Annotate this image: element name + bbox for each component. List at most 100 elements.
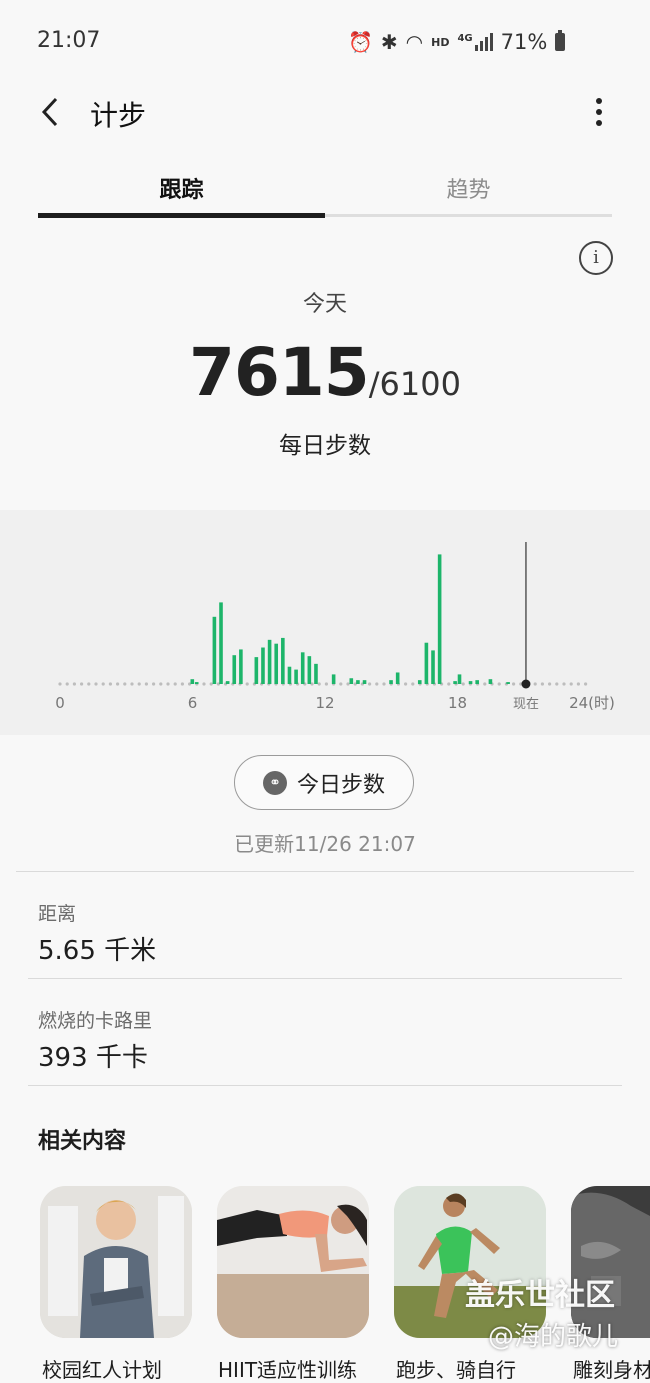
baseline-dot [548,682,552,686]
last-updated-text: 已更新11/26 21:07 [234,832,416,856]
chart-bar [349,678,354,684]
tab-trends[interactable]: 趋势 [325,172,612,204]
baseline-dot [317,682,321,686]
related-card-hiit[interactable] [217,1186,369,1338]
baseline-dot [540,682,545,686]
chart-bar [437,554,442,684]
related-card-title[interactable]: 校园红人计划 [42,1354,162,1383]
tab-tracking[interactable]: 跟踪 [38,172,325,204]
baseline-dot [411,682,415,686]
baseline-dot [562,682,566,686]
status-icons: ⏰ ✱ ◠ HD 4G 71% [348,30,566,54]
baseline-dot [58,682,62,686]
chart-bar [424,642,429,684]
step-count-row: 7615/6100 [0,334,650,411]
chart-bar [254,657,259,684]
card-image [217,1186,369,1338]
hourly-steps-chart[interactable]: 0 6 12 18 现在 24(时) [0,510,650,735]
tab-active-indicator [38,213,325,218]
chart-bar [331,674,336,684]
baseline-dot [87,682,91,686]
related-card-campus[interactable] [40,1186,192,1338]
related-card-title[interactable]: 跑步、骑自行 [396,1354,516,1383]
info-icon[interactable]: i [579,241,613,275]
chart-bar [506,682,510,684]
bluetooth-icon: ✱ [380,30,398,54]
link-icon: ⚭ [262,770,287,795]
chart-bar [281,637,285,684]
baseline-dot [245,682,249,686]
battery-icon [555,30,566,51]
x-tick-label: 0 [55,694,65,712]
hd-icon: HD [431,35,450,49]
baseline-dot [555,682,559,686]
chart-bar [219,602,223,684]
x-tick-label: 6 [188,694,198,712]
baseline-dot [144,682,148,686]
baseline-dot [533,682,537,686]
distance-label: 距离 [38,903,77,925]
baseline-dot [447,682,451,686]
baseline-dot [511,682,516,686]
daily-steps-label: 每日步数 [279,433,371,459]
chart-bar [314,663,318,684]
baseline-dot [116,682,120,686]
chart-bar [300,652,305,684]
page-title: 计步 [90,99,147,132]
related-card-title[interactable]: 雕刻身材 [573,1354,650,1383]
chart-bar [190,679,195,684]
chart-bar [307,656,312,684]
baseline-dot [497,682,501,686]
battery-percent: 71% [500,30,548,54]
x-tick-label: 24(时) [569,694,615,712]
divider [28,978,622,979]
period-label: 今天 [302,292,347,317]
baseline-dot [209,682,213,686]
baseline-dot [123,682,127,686]
baseline-dot [166,682,170,686]
chart-bar [417,680,422,684]
chart-bar [431,650,435,684]
step-goal: /6100 [368,365,461,403]
today-steps-button[interactable]: ⚭ 今日步数 [234,755,414,810]
chart-bar [475,680,479,684]
baseline-dot [137,682,141,686]
now-marker-dot [521,679,531,689]
baseline-dot [368,682,372,686]
chart-bar [488,679,493,684]
4g-signal-icon: 4G [457,33,493,51]
chart-bar [453,681,457,684]
more-options-button[interactable] [582,90,616,134]
baseline-dot [202,682,206,686]
chart-bar [232,655,237,684]
baseline-dot [375,682,379,686]
baseline-dot [65,682,69,686]
chart-bar [225,681,230,684]
related-card-title[interactable]: HIIT适应性训练 [218,1354,357,1383]
watermark-handle: @海的歌儿 [488,1322,619,1352]
today-steps-label: 今日步数 [296,772,385,798]
related-content-title: 相关内容 [38,1129,127,1154]
step-count: 7615 [189,334,370,411]
baseline-dot [404,682,408,686]
baseline-dot [152,682,156,686]
chart-bar [267,639,272,684]
baseline-dot [339,682,343,686]
chart-bar [212,616,217,684]
chart-svg: 0 6 12 18 现在 24(时) [55,542,615,712]
card-image [40,1186,192,1338]
divider [28,1085,622,1086]
baseline-dot [576,682,581,686]
chart-bar [389,680,393,684]
chart-bar [468,681,473,684]
distance-value: 5.65 千米 [38,936,157,966]
chart-bar [294,669,298,684]
baseline-dot [130,682,134,686]
back-button[interactable] [28,88,72,136]
calories-label: 燃烧的卡路里 [38,1010,153,1032]
baseline-dot [72,682,76,686]
baseline-dot [461,682,465,686]
back-arrow-icon [41,97,58,127]
alarm-icon: ⏰ [348,30,373,54]
divider [16,871,634,872]
